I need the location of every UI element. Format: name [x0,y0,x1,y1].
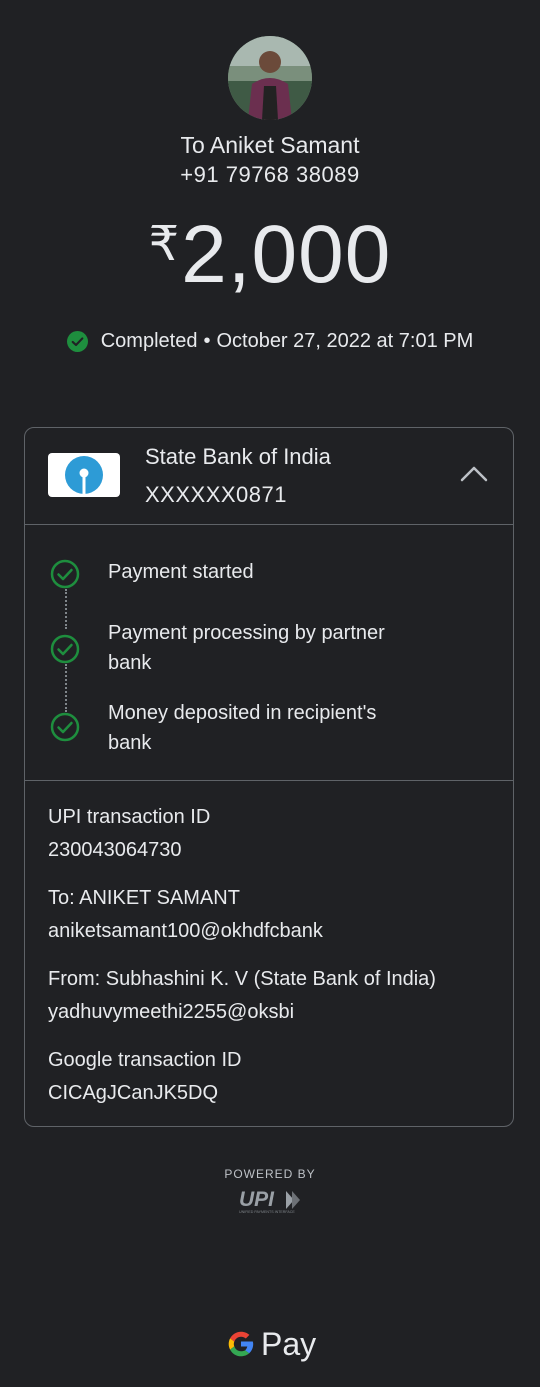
google-transaction-id-label: Google transaction ID [48,1049,242,1071]
sbi-logo-icon [48,453,120,497]
upi-logo-subtext: UNIFIED PAYMENTS INTERFACE [239,1210,295,1214]
status-text: Completed [100,330,198,352]
google-pay-logo: Pay [226,1324,316,1364]
upi-logo-icon: UPI UNIFIED PAYMENTS INTERFACE [239,1188,300,1214]
transaction-card: State Bank of India XXXXXX0871 Payment s… [24,427,514,1127]
sbi-logo-mark [65,456,103,494]
google-g-icon [228,1331,254,1357]
timeline-step-started: Payment started [108,557,448,587]
upi-transaction-id-value[interactable]: 230043064730 [48,839,181,862]
powered-by-label: POWERED BY [224,1167,316,1181]
amount-value: 2,000 [181,209,392,300]
chevron-up-icon[interactable] [459,464,489,484]
currency-symbol: ₹ [148,218,180,271]
recipient-avatar [228,36,312,120]
avatar-photo [228,36,312,120]
timeline-connector [65,589,67,629]
check-circle-outline-icon [50,634,80,664]
upi-transaction-id-label: UPI transaction ID [48,806,211,828]
to-label: To: ANIKET SAMANT [48,887,240,909]
step-label-line: bank [108,732,152,754]
step-label-line: Money deposited in recipient's [108,702,377,724]
from-upi-id[interactable]: yadhuvymeethi2255@oksbi [48,1001,294,1024]
check-circle-outline-icon [50,712,80,742]
recipient-name: To Aniket Samant [180,132,360,158]
google-transaction-id-value[interactable]: CICAgJCanJK5DQ [48,1082,218,1105]
status-line: Completed • October 27, 2022 at 7:01 PM [0,330,540,353]
timeline-step-deposited: Money deposited in recipient's bank [108,698,448,758]
divider [25,780,513,781]
timeline-step-processing: Payment processing by partner bank [108,618,448,678]
timeline-connector [65,664,67,712]
check-circle-icon [66,331,88,352]
divider [25,524,513,525]
step-label-line: Payment started [108,561,254,583]
status-datetime: October 27, 2022 at 7:01 PM [216,330,474,352]
to-upi-id[interactable]: aniketsamant100@okhdfcbank [48,920,323,943]
bank-account-number: XXXXXX0871 [145,482,287,507]
status-separator: • [203,330,211,352]
recipient-phone: +91 79768 38089 [180,162,360,187]
check-circle-outline-icon [50,559,80,589]
bank-account-header[interactable]: State Bank of India XXXXXX0871 [25,428,513,524]
upi-logo-text: UPI [239,1188,275,1211]
amount-display: ₹2,000 [0,208,540,302]
bank-name: State Bank of India [145,444,331,469]
from-label: From: Subhashini K. V (State Bank of Ind… [48,968,436,990]
step-label-line: Payment processing by partner [108,622,385,644]
step-label-line: bank [108,652,152,674]
pay-text: Pay [261,1325,317,1362]
